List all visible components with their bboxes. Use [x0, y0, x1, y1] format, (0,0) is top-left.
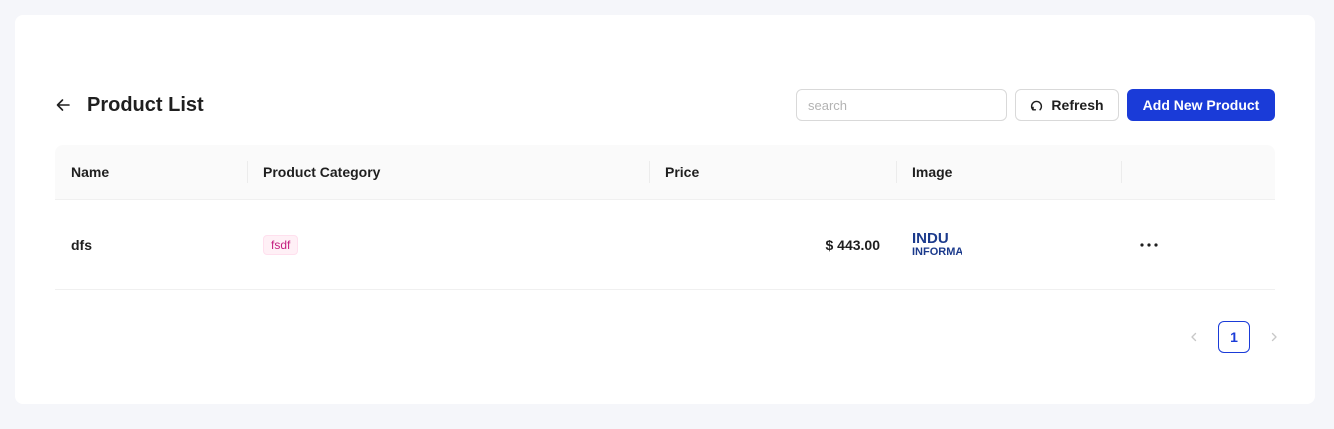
page-title: Product List [87, 93, 204, 116]
product-image: INDU INFORMA [912, 230, 962, 260]
previous-page-button[interactable] [1178, 321, 1210, 353]
column-header-category: Product Category [247, 145, 649, 199]
cell-image: INDU INFORMA [896, 200, 1121, 289]
logo-line-1: INDU [912, 230, 949, 247]
refresh-label: Refresh [1051, 97, 1104, 113]
product-list-card: Product List Refresh Add New Product Nam… [15, 15, 1315, 404]
reload-icon [1030, 99, 1043, 112]
column-header-image: Image [896, 145, 1121, 199]
search-input[interactable] [796, 89, 1007, 121]
arrow-left-icon [56, 99, 70, 111]
page-header: Product List Refresh Add New Product [55, 89, 1275, 121]
chevron-left-icon [1191, 332, 1197, 342]
column-header-price: Price [649, 145, 896, 199]
cell-price: $ 443.00 [825, 236, 881, 253]
chevron-right-icon [1271, 332, 1277, 342]
page-1-button[interactable]: 1 [1218, 321, 1250, 353]
add-new-product-button[interactable]: Add New Product [1127, 89, 1275, 121]
table-row: dfs fsdf $ 443.00 INDU INFORMA [55, 200, 1275, 290]
table-header: Name Product Category Price Image [55, 145, 1275, 200]
cell-name: dfs [71, 236, 92, 253]
logo-line-2: INFORMA [912, 246, 962, 258]
row-actions-button[interactable] [1137, 242, 1161, 248]
column-header-actions [1121, 145, 1275, 199]
next-page-button[interactable] [1258, 321, 1290, 353]
cell-category: fsdf [247, 200, 649, 289]
back-button[interactable] [55, 97, 71, 113]
product-table: Name Product Category Price Image dfs fs… [55, 145, 1275, 290]
pagination: 1 [1178, 321, 1290, 353]
ellipsis-icon [1140, 242, 1158, 247]
category-tag: fsdf [263, 234, 299, 255]
refresh-button[interactable]: Refresh [1015, 89, 1119, 121]
cell-actions [1121, 200, 1275, 289]
column-header-name: Name [71, 164, 110, 180]
